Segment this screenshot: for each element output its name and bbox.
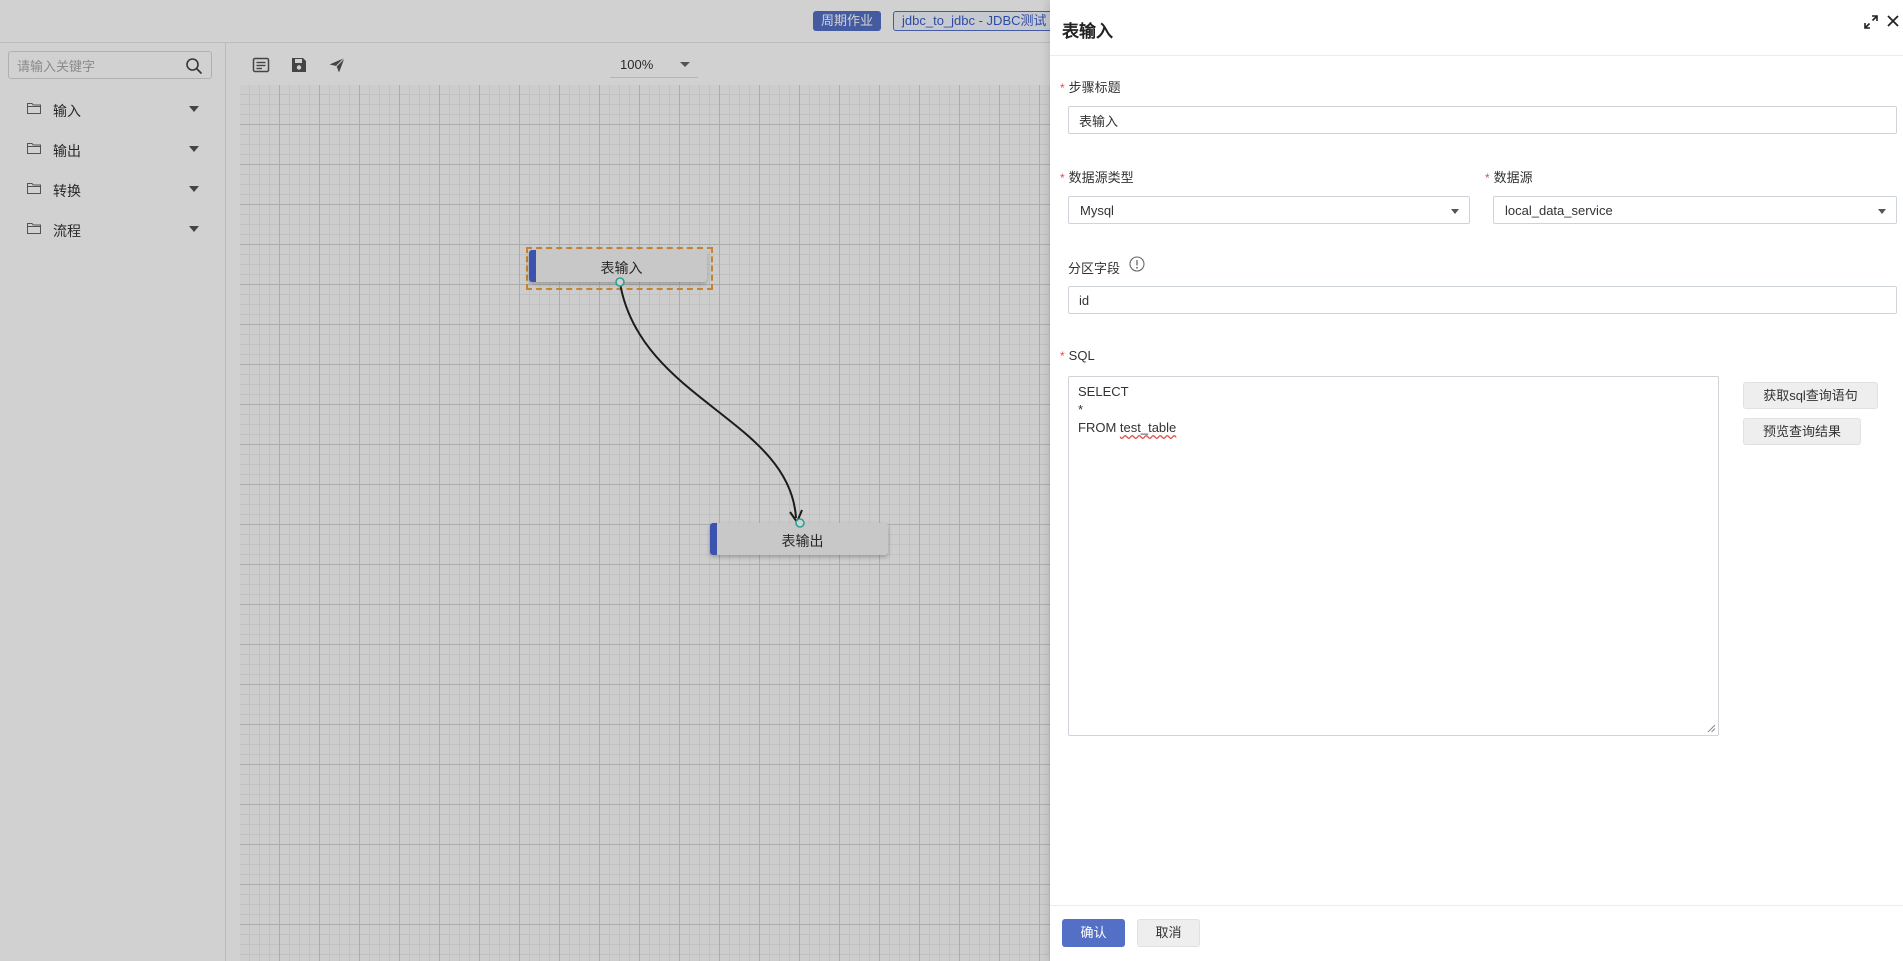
- ds-type-label: * 数据源类型: [1060, 167, 1134, 186]
- datasource-select[interactable]: local_data_service: [1493, 196, 1897, 224]
- field-label-text: 数据源: [1493, 170, 1533, 185]
- info-icon[interactable]: [1129, 256, 1145, 272]
- close-icon[interactable]: [1886, 14, 1900, 28]
- preview-result-button[interactable]: 预览查询结果: [1743, 418, 1861, 445]
- drawer-title: 表输入: [1062, 22, 1113, 41]
- partition-field-input[interactable]: [1068, 286, 1897, 314]
- sql-table-name: test_table: [1119, 420, 1177, 435]
- select-value: Mysql: [1080, 203, 1114, 218]
- drawer-header: 表输入: [1050, 0, 1903, 56]
- cancel-button[interactable]: 取消: [1137, 919, 1200, 947]
- expand-icon[interactable]: [1864, 15, 1878, 29]
- get-sql-button[interactable]: 获取sql查询语句: [1743, 382, 1878, 409]
- drawer-footer: 确认 取消: [1050, 905, 1903, 961]
- partition-label: 分区字段: [1068, 261, 1121, 276]
- sql-line: FROM test_table: [1078, 420, 1176, 435]
- step-title-input[interactable]: [1068, 106, 1897, 134]
- datasource-label: * 数据源: [1485, 167, 1533, 186]
- chevron-down-icon: [1878, 209, 1886, 214]
- ds-type-select[interactable]: Mysql: [1068, 196, 1470, 224]
- sql-keyword: FROM: [1078, 420, 1117, 435]
- resize-handle-icon[interactable]: [1707, 724, 1716, 733]
- field-label-text: SQL: [1068, 348, 1095, 363]
- sql-textarea[interactable]: SELECT * FROM test_table: [1068, 376, 1719, 736]
- sql-line: *: [1078, 402, 1084, 417]
- select-value: local_data_service: [1505, 203, 1613, 218]
- required-mark: *: [1060, 81, 1065, 95]
- required-mark: *: [1485, 171, 1490, 185]
- sql-label: * SQL: [1060, 348, 1095, 363]
- confirm-button[interactable]: 确认: [1062, 919, 1125, 947]
- chevron-down-icon: [1451, 209, 1459, 214]
- sql-line: SELECT: [1078, 384, 1129, 399]
- step-config-drawer: 表输入 *步骤标题 *数据源类型 Mysql *数据源 local_data_s…: [1050, 0, 1903, 961]
- required-mark: *: [1060, 171, 1065, 185]
- required-mark: *: [1060, 349, 1065, 363]
- field-label-text: 数据源类型: [1068, 170, 1134, 185]
- field-label-text: 步骤标题: [1068, 80, 1121, 95]
- step-title-label: * 步骤标题: [1060, 77, 1121, 96]
